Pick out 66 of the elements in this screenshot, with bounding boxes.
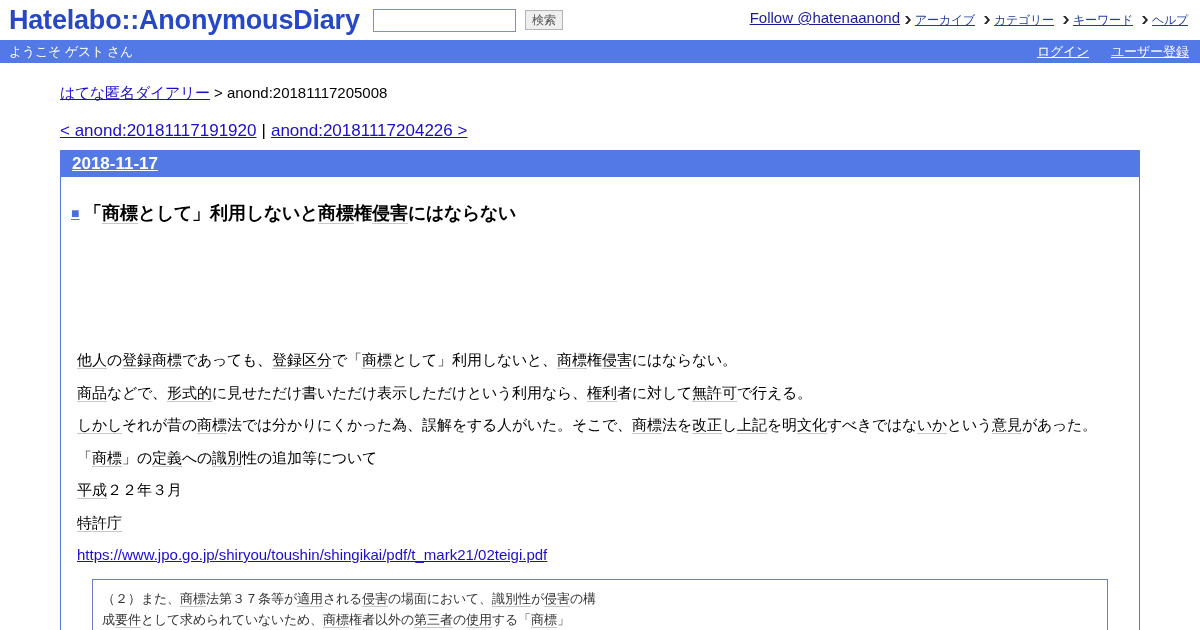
prev-entry-link[interactable]: < anond:20181117191920	[60, 120, 257, 142]
keyword-link[interactable]: 意見	[992, 416, 1022, 434]
nav-link[interactable]: キーワード	[1073, 11, 1133, 28]
keyword-link[interactable]: しかし	[77, 416, 122, 434]
account-link[interactable]: ユーザー登録	[1111, 41, 1189, 62]
date-link[interactable]: 2018-11-17	[72, 154, 159, 174]
keyword-link[interactable]: 平成	[77, 481, 107, 499]
body-paragraph: 他人の登録商標であっても、登録区分で「商標として」利用しないと、商標権侵害にはならない。	[77, 350, 738, 371]
keyword-link[interactable]: 侵害	[372, 203, 409, 224]
greeting-text: ようこそ ゲスト さん	[9, 42, 134, 61]
chevron-icon	[984, 15, 990, 24]
search-field[interactable]	[372, 8, 516, 32]
chevron-icon	[905, 15, 911, 24]
nav-link[interactable]: カテゴリー	[994, 11, 1054, 28]
keyword-link[interactable]: 改正	[692, 416, 722, 434]
account-link[interactable]: ログイン	[1037, 41, 1089, 62]
pager-separator: |	[261, 120, 266, 142]
keyword-link[interactable]: 上記	[737, 416, 767, 434]
next-entry-link[interactable]: anond:20181117204226 >	[270, 120, 468, 142]
keyword-link[interactable]: いか	[917, 416, 947, 434]
keyword-link[interactable]: 商標	[197, 416, 227, 434]
quote-text: （２）また、商標法第３７条等が適用 される侵害の場面において、識別性が侵害の構 成要件として求められていないため、商標権者以外の第三者の使用する「商標」	[102, 590, 597, 630]
follow-link[interactable]: Follow @hatenaanond	[749, 8, 900, 28]
section-anchor-link[interactable]: ■	[71, 203, 80, 223]
keyword-link[interactable]: 商標	[92, 448, 122, 467]
keyword-link[interactable]: 定義	[152, 448, 182, 467]
entry-title: 「商標として」利用しないと商標権侵害にはならない	[84, 202, 517, 225]
keyword-link[interactable]: 識別	[212, 448, 242, 467]
keyword-link[interactable]: 商標	[102, 203, 139, 224]
keyword-link[interactable]: 識別性	[492, 591, 531, 607]
keyword-link[interactable]: 商標	[318, 203, 355, 224]
url-link[interactable]: https://www.jpo.go.jp/shiryou/toushin/shingikai/pdf/t_mark21/02teigi.pdf	[77, 544, 548, 566]
body-paragraph: 平成２２年３月	[77, 480, 183, 501]
breadcrumb-link[interactable]: はてな匿名ダイアリー	[60, 83, 210, 103]
keyword-link[interactable]: 権利	[587, 383, 617, 402]
keyword-link[interactable]: 商標	[632, 416, 662, 434]
site-logo[interactable]: Hatelabo::AnonymousDiary	[9, 5, 360, 35]
keyword-link[interactable]: 無許可	[692, 383, 737, 402]
keyword-link[interactable]: 第三者	[414, 612, 453, 628]
keyword-link[interactable]: 商標	[323, 612, 349, 628]
body-paragraph: しかしそれが昔の商標法では分かりにくかった為、誤解をする人がいた。そこで、商標法を改正し上記を明文化すべきではないかという意見があった。	[77, 415, 1098, 436]
keyword-link[interactable]: 侵害	[362, 591, 388, 607]
breadcrumb-current: > anond:20181117205008	[214, 83, 388, 103]
keyword-link[interactable]: 商標	[557, 351, 587, 369]
body-paragraph: 「商標」の定義への識別性の追加等について	[77, 447, 378, 469]
nav-link[interactable]: アーカイブ	[915, 11, 975, 28]
keyword-link[interactable]: 文化	[797, 416, 827, 434]
keyword-link[interactable]: 商標	[180, 591, 206, 607]
search-button[interactable]: 検索	[524, 10, 563, 30]
chevron-icon	[1142, 15, 1148, 24]
keyword-link[interactable]: 使用	[466, 612, 492, 628]
keyword-link[interactable]: 商品	[77, 383, 107, 402]
keyword-link[interactable]: 侵害	[602, 351, 632, 369]
keyword-link[interactable]: 形式的	[167, 383, 212, 402]
keyword-link[interactable]: 登録商標	[122, 351, 182, 369]
chevron-icon	[1063, 15, 1069, 24]
keyword-link[interactable]: 特許庁	[77, 513, 122, 532]
body-paragraph: 商品などで、形式的に見せただけ書いただけ表示しただけという利用なら、権利者に対して無許可で行える。	[77, 382, 813, 404]
keyword-link[interactable]: 商標	[531, 612, 557, 628]
keyword-link[interactable]: 要件	[115, 612, 141, 628]
nav-link[interactable]: ヘルプ	[1152, 11, 1188, 28]
keyword-link[interactable]: 適用	[297, 591, 323, 607]
keyword-link[interactable]: 侵害	[544, 591, 570, 607]
keyword-link[interactable]: 登録区分	[272, 351, 332, 369]
keyword-link[interactable]: 商標	[362, 351, 392, 369]
keyword-link[interactable]: 他人	[77, 351, 107, 369]
